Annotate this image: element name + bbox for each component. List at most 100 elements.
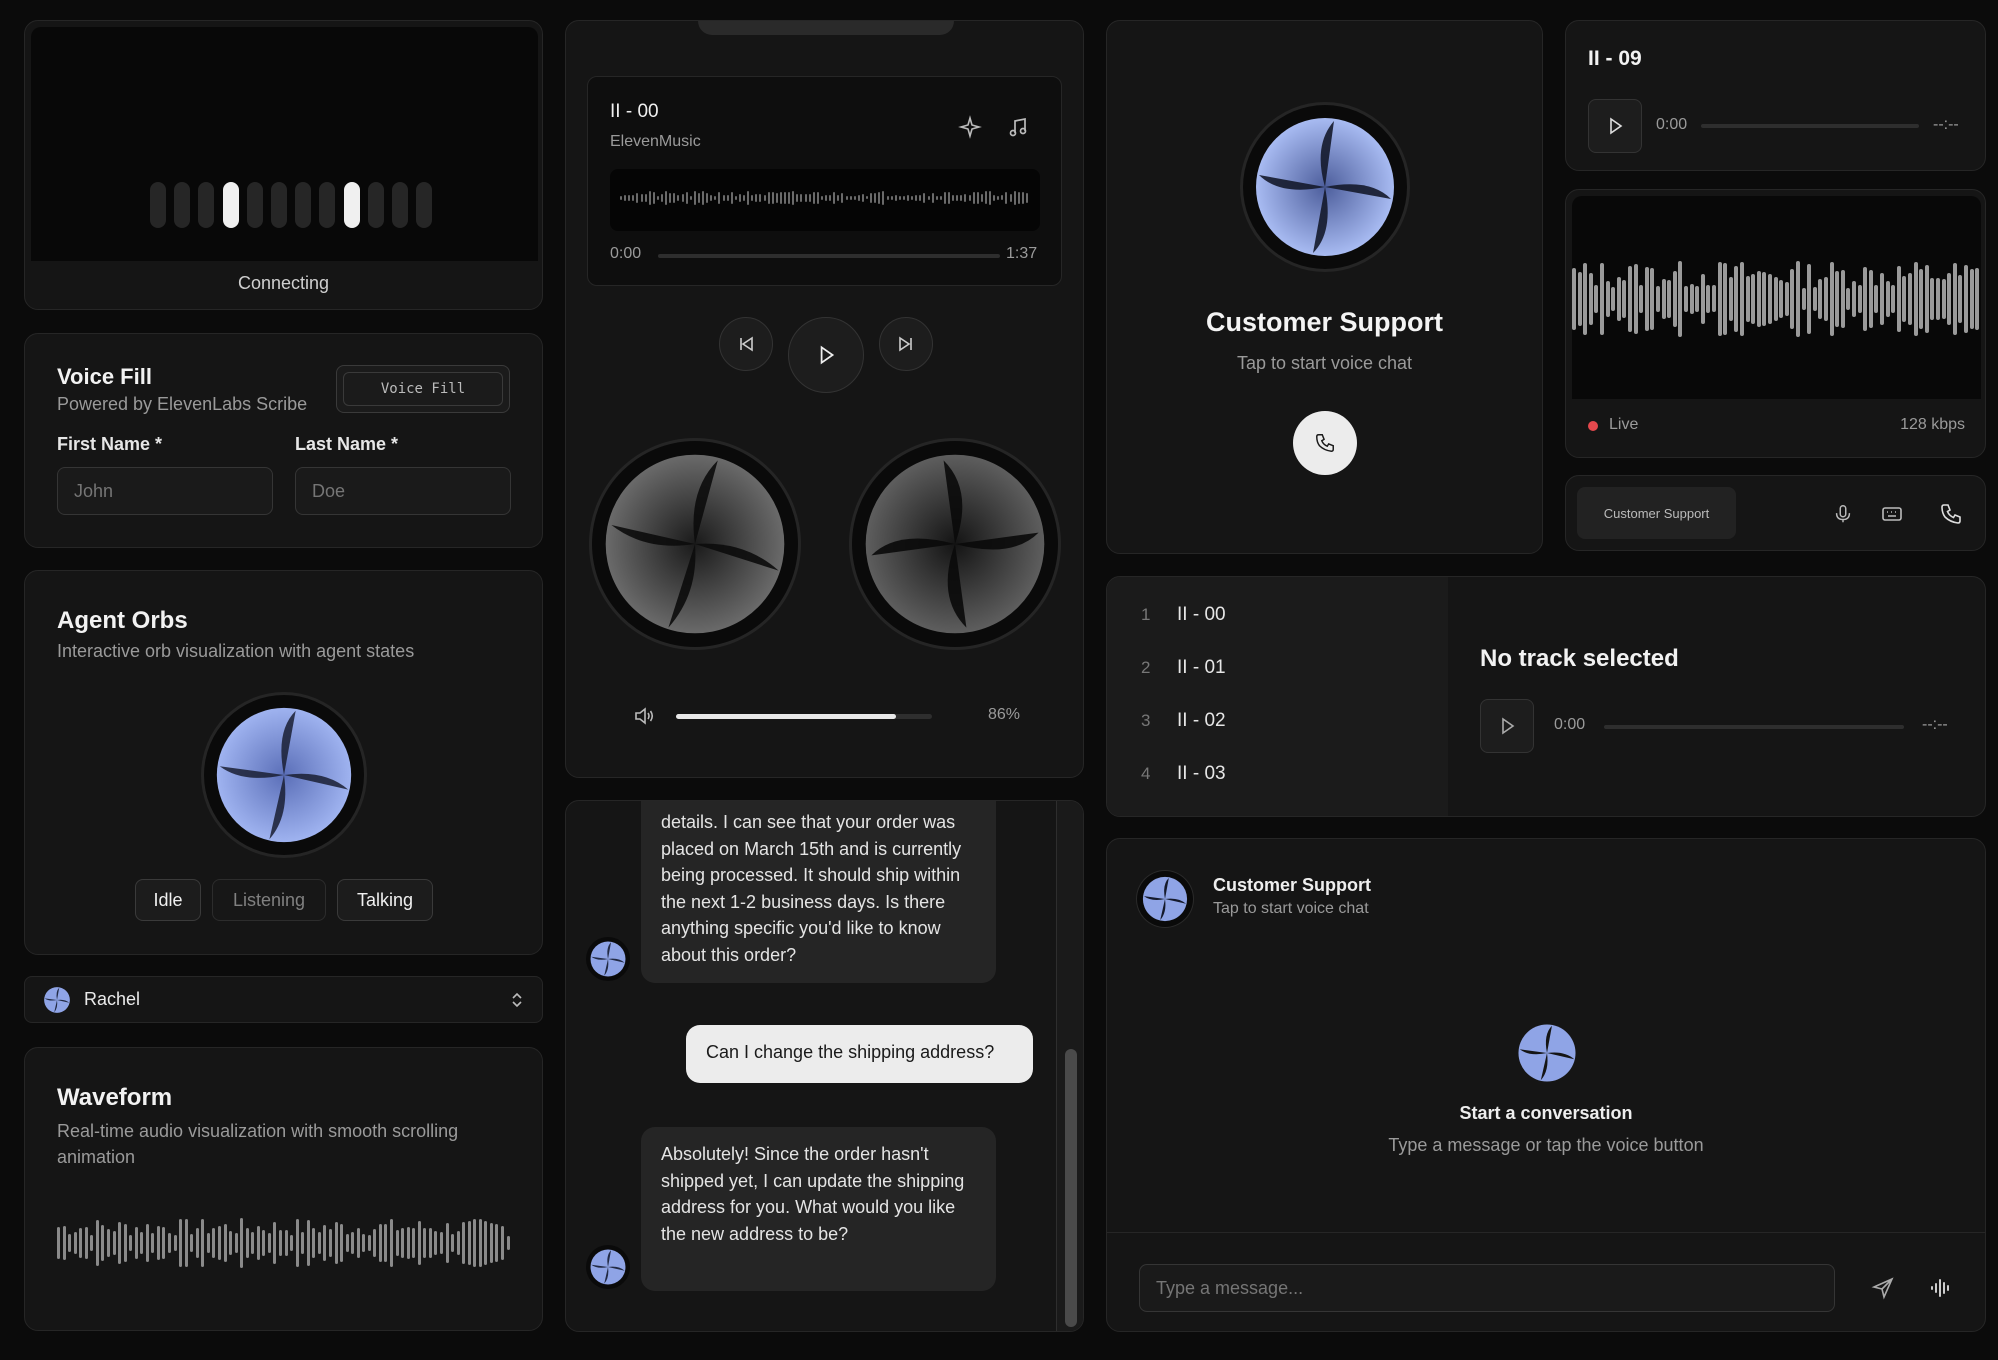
- waveform-bar: [428, 1228, 432, 1258]
- waveform-bar: [665, 191, 668, 205]
- microphone-icon[interactable]: [1832, 503, 1854, 525]
- waveform-bar: [323, 1225, 327, 1261]
- waveform-bar: [767, 191, 770, 205]
- first-name-input[interactable]: [57, 467, 273, 515]
- waveform-bar: [902, 195, 905, 201]
- phone-icon[interactable]: [1939, 502, 1963, 526]
- send-icon[interactable]: [1871, 1276, 1895, 1300]
- waveform-bar: [367, 1235, 371, 1251]
- track-list-item[interactable]: 3 II - 02: [1107, 697, 1448, 747]
- waveform-bar: [201, 1218, 205, 1268]
- volume-icon[interactable]: [632, 704, 656, 728]
- waveform-bar: [861, 193, 864, 203]
- waveform-bar: [129, 1234, 133, 1252]
- tracklist-duration: --:--: [1922, 716, 1948, 733]
- waveform-bar: [251, 1231, 255, 1255]
- orb-gray-icon: [605, 454, 785, 634]
- last-name-input[interactable]: [295, 467, 511, 515]
- tracklist-current-time: 0:00: [1554, 716, 1586, 733]
- call-bar-label[interactable]: Customer Support: [1577, 487, 1736, 539]
- waveform-bar: [79, 1228, 83, 1258]
- agent-orbs-subtitle: Interactive orb visualization with agent…: [57, 641, 415, 661]
- waveform-bar: [378, 1223, 382, 1263]
- volume-slider[interactable]: [676, 714, 932, 719]
- waveform-bar: [1661, 278, 1666, 320]
- voice-fill-subtitle: Powered by ElevenLabs Scribe: [57, 394, 308, 414]
- connecting-bar: [246, 182, 263, 228]
- waveform-bar: [1891, 284, 1896, 314]
- waveform-bar: [1633, 263, 1638, 335]
- waveform-bar: [989, 191, 991, 205]
- waveform-bar: [1857, 285, 1862, 313]
- state-idle-button[interactable]: Idle: [135, 879, 201, 921]
- voice-fill-button[interactable]: Voice Fill: [336, 365, 510, 413]
- waveform-bar: [968, 194, 971, 202]
- conversation-card: Customer Support Tap to start voice chat…: [1106, 838, 1986, 1332]
- volume-slider-fill: [676, 714, 897, 719]
- voice-fill-title: Voice Fill: [57, 364, 152, 389]
- tracklist-seek-bar[interactable]: [1604, 725, 1904, 729]
- sparkle-icon[interactable]: [958, 115, 982, 139]
- waveform-bar: [1952, 263, 1957, 335]
- waveform-bar: [95, 1220, 99, 1266]
- connecting-bar: [343, 182, 360, 228]
- music-note-icon[interactable]: [1006, 115, 1030, 139]
- track-list-item[interactable]: 1 II - 00: [1107, 591, 1448, 641]
- track-list-item[interactable]: 4 II - 03: [1107, 750, 1448, 800]
- waveform-bar: [911, 195, 914, 200]
- waveform-bar: [351, 1231, 355, 1255]
- agent-orb[interactable]: [204, 695, 364, 855]
- waveform-bar: [820, 195, 823, 201]
- waveform-bar: [734, 196, 737, 200]
- waveform-bar: [1622, 279, 1627, 319]
- waveform-bar: [1818, 278, 1823, 320]
- support-orb[interactable]: [1243, 105, 1407, 269]
- waveform-bar: [1868, 270, 1873, 328]
- waveform-bar: [1773, 276, 1778, 322]
- waveform-bar: [1025, 193, 1028, 203]
- waveform-bar: [1712, 285, 1716, 313]
- voice-wave-icon[interactable]: [1929, 1276, 1953, 1300]
- state-listening-button[interactable]: Listening: [212, 879, 326, 921]
- waveform-bar: [501, 1226, 504, 1260]
- waveform-bar: [90, 1234, 94, 1252]
- message-input[interactable]: [1139, 1264, 1835, 1312]
- track-list-item[interactable]: 2 II - 01: [1107, 644, 1448, 694]
- play-icon: [820, 345, 835, 365]
- start-call-button[interactable]: [1293, 411, 1357, 475]
- composer-divider: [1107, 1232, 1985, 1233]
- connecting-bar: [271, 182, 287, 228]
- tracklist-card: 1 II - 00 2 II - 01 3 II - 02 4 II - 03 No trac…: [1106, 576, 1986, 817]
- agent-avatar: [586, 937, 630, 981]
- empty-state-subtitle: Type a message or tap the voice button: [1388, 1135, 1704, 1155]
- waveform-bar: [168, 1232, 171, 1254]
- mini-player-play-button[interactable]: [1588, 99, 1642, 153]
- waveform-bar: [722, 194, 725, 202]
- state-talking-button[interactable]: Talking: [337, 879, 433, 921]
- play-button[interactable]: [788, 317, 864, 393]
- waveform-bar: [845, 195, 848, 201]
- next-button[interactable]: [879, 317, 933, 371]
- chat-scrollbar-thumb[interactable]: [1065, 1049, 1077, 1327]
- track-artist: ElevenMusic: [610, 133, 701, 150]
- waveform-bar: [1779, 279, 1784, 319]
- chat-scrollbar[interactable]: [1056, 801, 1083, 1331]
- waveform-bar: [1745, 276, 1750, 322]
- waveform-bar: [1728, 276, 1733, 321]
- track-waveform: [610, 169, 1040, 231]
- waveform-bar: [738, 194, 741, 202]
- waveform-bar: [1717, 262, 1722, 336]
- waveform-bar: [417, 1220, 421, 1266]
- waveform-bar: [84, 1226, 88, 1260]
- keyboard-icon[interactable]: [1880, 502, 1904, 526]
- voice-select[interactable]: Rachel: [24, 976, 543, 1023]
- track-seek-bar[interactable]: [658, 254, 1000, 258]
- waveform-bar: [751, 194, 754, 202]
- previous-button[interactable]: [719, 317, 773, 371]
- waveform-bar: [1594, 284, 1599, 314]
- waveform-bar: [101, 1225, 105, 1261]
- mini-player-seek-bar[interactable]: [1701, 124, 1919, 128]
- tracklist-play-button[interactable]: [1480, 699, 1534, 753]
- waveform-bar: [1017, 192, 1020, 204]
- waveform-bar: [1005, 191, 1008, 205]
